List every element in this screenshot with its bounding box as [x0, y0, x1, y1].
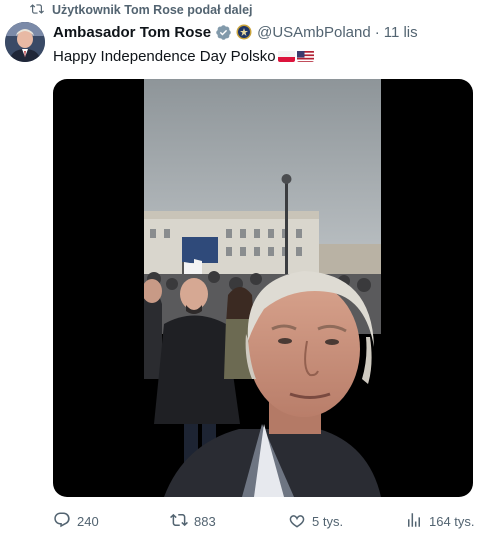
views-icon	[405, 511, 423, 532]
video-player[interactable]	[53, 79, 473, 497]
us-embassy-seal-icon	[236, 24, 252, 40]
views-button[interactable]: 164 tys.	[405, 510, 475, 532]
author-name[interactable]: Ambasador Tom Rose	[53, 24, 211, 41]
separator-dot: ·	[374, 23, 380, 41]
video-frame	[144, 79, 381, 497]
like-button[interactable]: 5 tys.	[288, 510, 343, 532]
reply-count: 240	[77, 513, 99, 529]
avatar[interactable]	[5, 22, 45, 62]
repost-icon	[30, 2, 44, 19]
tweet-timestamp[interactable]: 11 lis	[384, 24, 418, 41]
repost-indicator[interactable]: Użytkownik Tom Rose podał dalej	[30, 2, 253, 18]
reply-icon	[53, 511, 71, 532]
views-count: 164 tys.	[429, 513, 475, 529]
tweet-header: Ambasador Tom Rose @USAmbPoland · 11 lis	[53, 22, 418, 42]
author-handle[interactable]: @USAmbPoland	[257, 24, 371, 41]
like-icon	[288, 511, 306, 532]
us-flag-icon	[296, 50, 314, 62]
repost-button[interactable]: 883	[170, 510, 216, 532]
like-count: 5 tys.	[312, 513, 344, 529]
tweet-actions: 240 883 5 tys. 164 tys.	[0, 510, 488, 532]
reply-button[interactable]: 240	[53, 510, 99, 532]
repost-icon	[170, 511, 188, 532]
repost-indicator-text: Użytkownik Tom Rose podał dalej	[52, 3, 253, 17]
verified-badge-icon	[216, 24, 231, 40]
tweet-text-content: Happy Independence Day Polsko	[53, 47, 276, 65]
poland-flag-icon	[277, 50, 295, 62]
tweet-text: Happy Independence Day Polsko	[53, 46, 314, 66]
repost-count: 883	[194, 513, 216, 529]
